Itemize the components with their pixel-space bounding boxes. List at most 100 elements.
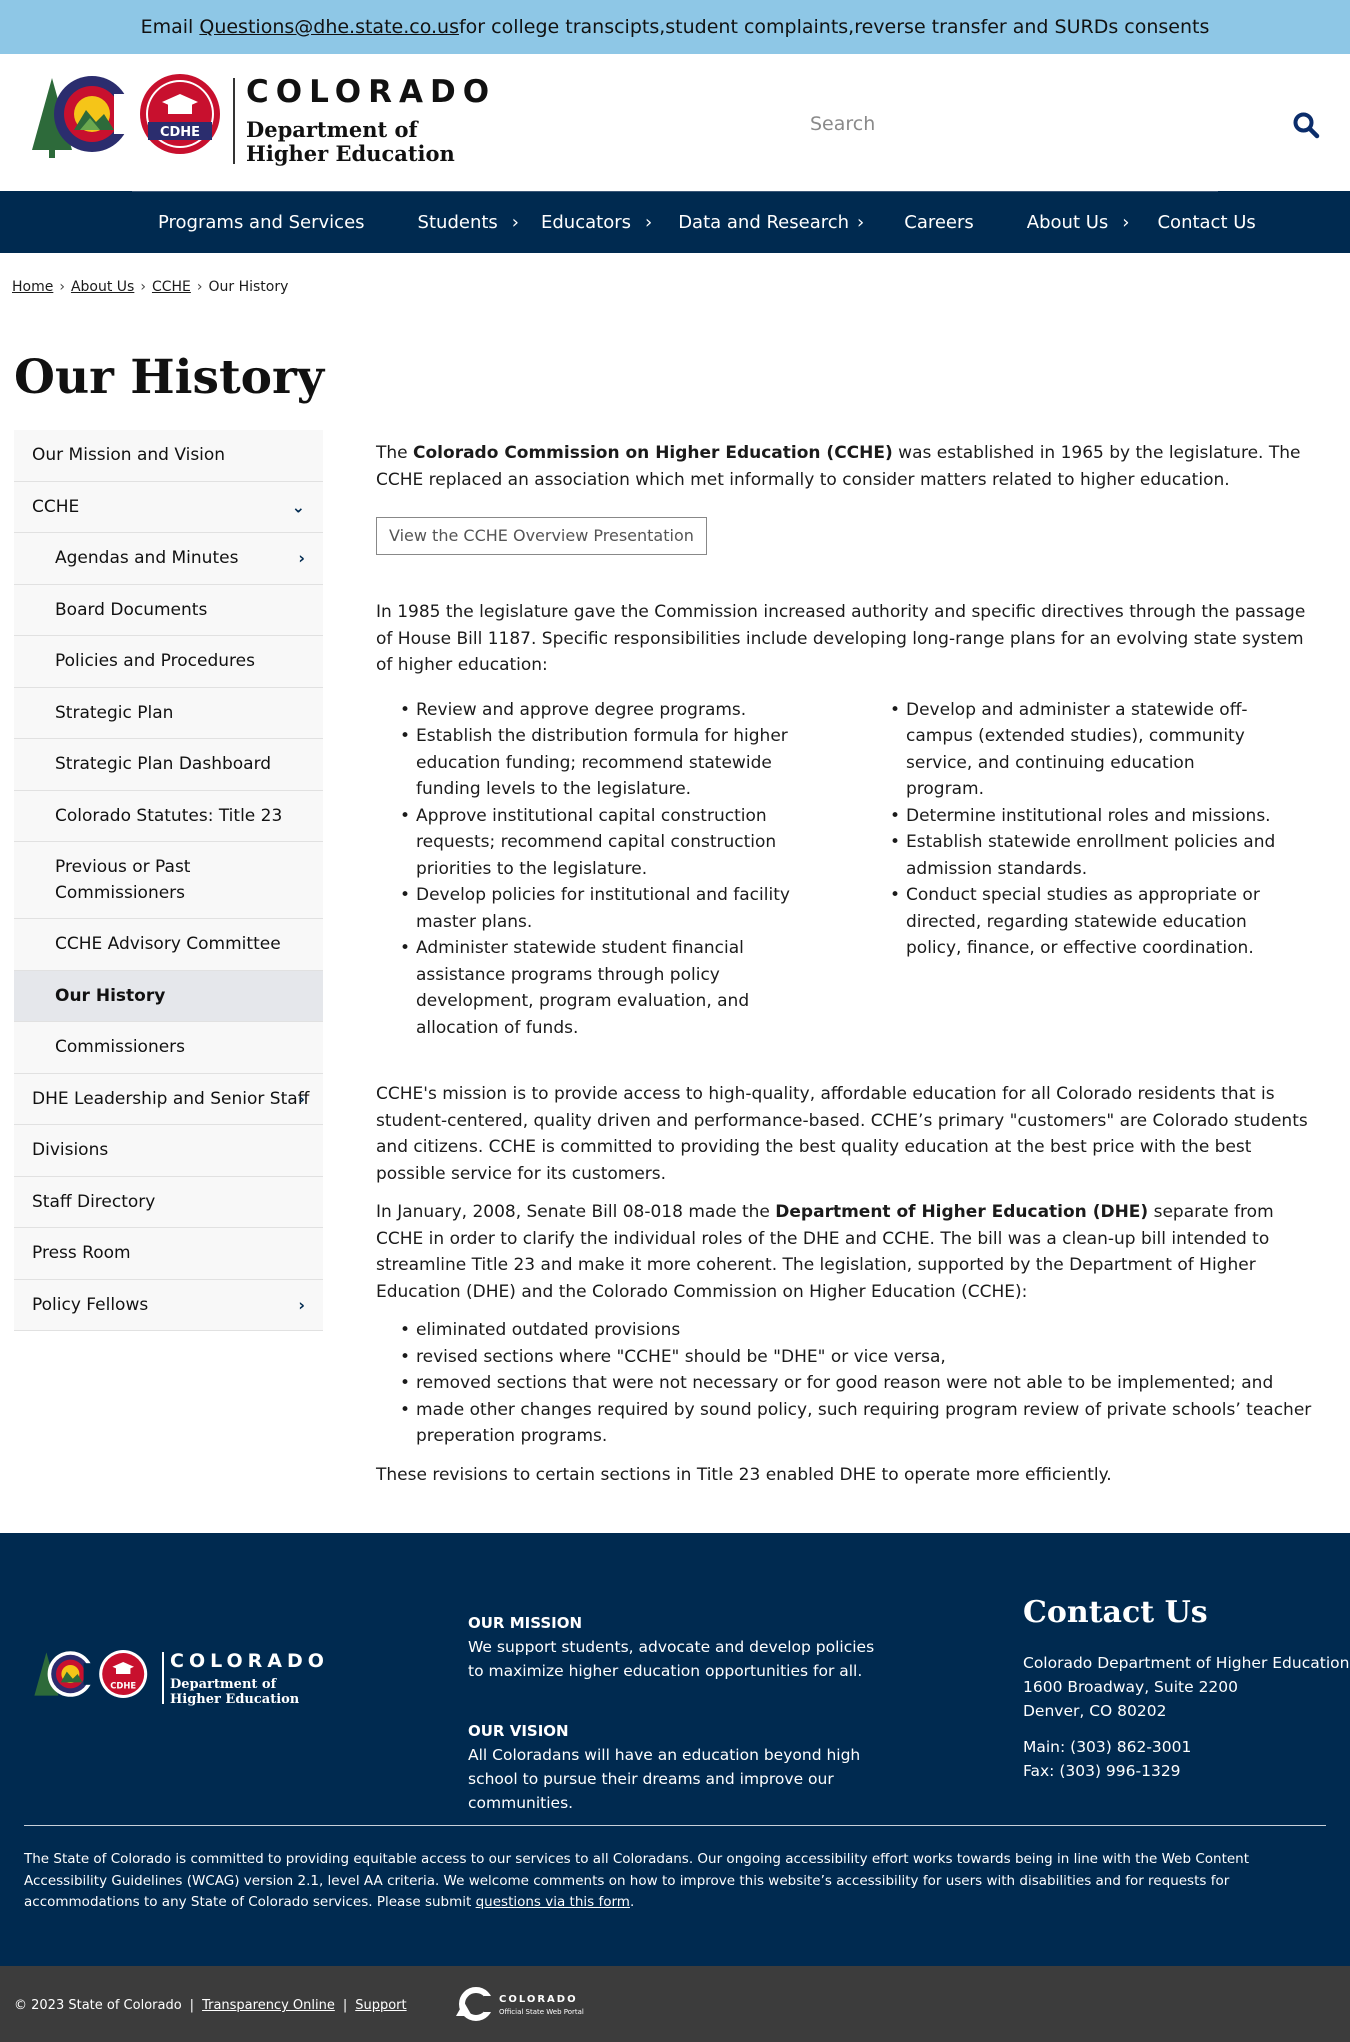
breadcrumb-separator: › (196, 279, 203, 295)
intro-paragraph: The Colorado Commission on Higher Educat… (376, 440, 1316, 493)
chevron-right-icon[interactable]: › (857, 212, 864, 233)
sidebar-item-cche-advisory-committee[interactable]: CCHE Advisory Committee (14, 919, 323, 971)
nav-label: Careers (904, 212, 974, 233)
nav-label: About Us (1026, 212, 1109, 233)
transparency-online-link[interactable]: Transparency Online (202, 1998, 335, 2013)
breadcrumb-home[interactable]: Home (12, 279, 53, 295)
chevron-down-icon[interactable]: ⌄ (292, 497, 305, 516)
sidebar-item-policy-fellows[interactable]: Policy Fellows › (14, 1279, 323, 1331)
banner-email-link[interactable]: Questions@dhe.state.co.us (199, 16, 459, 38)
support-link[interactable]: Support (355, 1998, 406, 2013)
nav-careers[interactable]: Careers (904, 192, 974, 254)
nav-about-us[interactable]: About Us › (1027, 192, 1130, 254)
sidebar-item-label: Staff Directory (32, 1191, 156, 1212)
list-item: Administer statewide student financial a… (376, 935, 806, 1041)
list-item: Develop policies for institutional and f… (376, 882, 806, 935)
chevron-right-icon[interactable]: › (298, 549, 305, 568)
nav-label: Educators (541, 212, 631, 233)
nav-educators[interactable]: Educators › (541, 192, 652, 254)
official-state-portal-logo[interactable]: COLORADO Official State Web Portal (454, 1986, 594, 2026)
list-item: Approve institutional capital constructi… (376, 803, 806, 883)
nav-label: Programs and Services (158, 212, 365, 233)
announcement-banner: Email Questions@dhe.state.co.us for coll… (0, 0, 1350, 54)
portal-subtitle: Official State Web Portal (499, 2008, 584, 2016)
footer-logo-dept: Department of Higher Education (170, 1677, 299, 1707)
nav-students[interactable]: Students › (418, 192, 519, 254)
sidebar-item-dhe-leadership[interactable]: DHE Leadership and Senior Staff › (14, 1073, 323, 1125)
page-title: Our History (14, 350, 325, 405)
sidebar-item-policies-and-procedures[interactable]: Policies and Procedures (14, 636, 323, 688)
sidebar-item-label: Press Room (32, 1243, 131, 1264)
banner-prefix: Email (140, 16, 194, 38)
main-nav-inner: Programs and Services Students › Educator… (132, 191, 1256, 254)
chevron-right-icon[interactable]: › (298, 1295, 305, 1314)
list-item: Develop and administer a statewide off-c… (866, 697, 1276, 803)
chevron-right-icon[interactable]: › (645, 212, 652, 233)
nav-contact-us[interactable]: Contact Us (1157, 192, 1255, 254)
accessibility-statement: The State of Colorado is committed to pr… (24, 1849, 1326, 1914)
chevron-right-icon[interactable]: › (298, 1089, 305, 1108)
search-bar (810, 104, 1320, 144)
logo-colorado-word: COLORADO (246, 74, 497, 110)
footer-logo-line-2: Higher Education (170, 1692, 300, 1707)
sidebar-item-colorado-statutes[interactable]: Colorado Statutes: Title 23 (14, 790, 323, 842)
sidebar-item-our-history[interactable]: Our History (14, 970, 323, 1022)
sidebar-item-strategic-plan-dashboard[interactable]: Strategic Plan Dashboard (14, 739, 323, 791)
intro-bold: Colorado Commission on Higher Education … (413, 443, 893, 463)
colorado-c-logo-icon: CDHE (32, 74, 220, 158)
chevron-right-icon[interactable]: › (512, 212, 519, 233)
address-line-1: Colorado Department of Higher Education (1023, 1654, 1350, 1672)
chevron-right-icon[interactable]: › (1122, 212, 1129, 233)
nav-programs-and-services[interactable]: Programs and Services (158, 192, 365, 254)
cche-overview-button[interactable]: View the CCHE Overview Presentation (376, 517, 707, 555)
breadcrumb-about-us[interactable]: About Us (71, 279, 134, 295)
sidebar-item-divisions[interactable]: Divisions (14, 1125, 323, 1177)
sidebar-item-agendas-and-minutes[interactable]: Agendas and Minutes › (14, 533, 323, 585)
sidebar-item-label: Board Documents (55, 599, 208, 620)
logo-divider (233, 78, 235, 164)
footer-mission-vision: OUR MISSION We support students, advocat… (468, 1611, 888, 1815)
mission-text: We support students, advocate and develo… (468, 1638, 875, 1680)
sidebar-item-cche[interactable]: CCHE ⌄ (14, 481, 323, 533)
sidebar-nav: Our Mission and Vision CCHE ⌄ Agendas and… (14, 430, 323, 1331)
banner-suffix: for college transcipts,student complaint… (458, 16, 1210, 38)
sidebar-item-label: Strategic Plan Dashboard (55, 754, 272, 775)
sidebar-item-label: Policy Fellows (32, 1294, 149, 1315)
list-item: revised sections where "CCHE" should be … (376, 1344, 1316, 1371)
sidebar-item-press-room[interactable]: Press Room (14, 1228, 323, 1280)
accessibility-end: . (629, 1894, 635, 1910)
sidebar-item-strategic-plan[interactable]: Strategic Plan (14, 687, 323, 739)
footer-contact-title: Contact Us (1023, 1595, 1208, 1630)
nav-data-and-research[interactable]: Data and Research › (678, 192, 864, 254)
sidebar-item-staff-directory[interactable]: Staff Directory (14, 1176, 323, 1228)
sidebar-item-board-documents[interactable]: Board Documents (14, 584, 323, 636)
portal-word: COLORADO (499, 1994, 578, 2005)
accessibility-form-link[interactable]: questions via this form (476, 1894, 630, 1910)
sidebar-item-our-mission-and-vision[interactable]: Our Mission and Vision (14, 430, 323, 482)
breadcrumb-cche[interactable]: CCHE (152, 279, 191, 295)
search-button[interactable] (1290, 110, 1322, 142)
sidebar-item-commissioners[interactable]: Commissioners (14, 1022, 323, 1074)
sidebar-item-label: Previous or Past Commissioners (55, 857, 191, 903)
sidebar-item-label: CCHE (32, 496, 80, 517)
breadcrumb-separator: › (140, 279, 146, 295)
nav-label: Students (417, 212, 498, 233)
list-item: removed sections that were not necessary… (376, 1370, 1316, 1397)
main-nav: Programs and Services Students › Educator… (0, 191, 1350, 253)
sidebar-item-label: DHE Leadership and Senior Staff (32, 1088, 310, 1109)
sidebar-item-label: CCHE Advisory Committee (55, 934, 281, 955)
sidebar-item-label: Our Mission and Vision (32, 445, 226, 466)
sidebar-item-past-commissioners[interactable]: Previous or Past Commissioners (14, 842, 323, 919)
senate-bill-list: eliminated outdated provisions revised s… (376, 1317, 1316, 1450)
nav-label: Contact Us (1157, 212, 1256, 233)
sb-pre: In January, 2008, Senate Bill 08-018 mad… (376, 1202, 776, 1222)
list-item: Determine institutional roles and missio… (866, 803, 1276, 830)
footer-logo-line-1: Department of (170, 1677, 277, 1692)
main-phone: Main: (303) 862-3001 (1023, 1738, 1192, 1756)
footer-logo[interactable]: CDHE COLORADO Department of Higher Educa… (24, 1650, 344, 1710)
search-input[interactable] (810, 104, 1250, 144)
header-seal-text: CDHE (160, 125, 200, 140)
main-content: The Colorado Commission on Higher Educat… (376, 440, 1316, 1500)
cdhe-logo[interactable]: CDHE COLORADO Department of Higher Educa… (28, 74, 489, 174)
intro-pre: The (376, 443, 414, 463)
